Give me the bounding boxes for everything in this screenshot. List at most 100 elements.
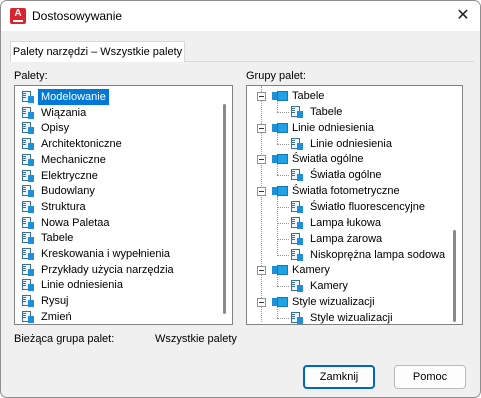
collapse-icon[interactable] [257,187,266,197]
palette-list-item[interactable]: Linie odniesienia [15,277,215,293]
tool-palette-icon [21,90,34,104]
collapse-icon[interactable] [257,155,266,165]
palette-child-label: Niskoprężna lampa sodowa [310,248,446,261]
tree-connector [277,164,278,176]
tool-palette-icon [21,137,34,151]
tree-connector [277,238,289,240]
palette-item-label: Wiązania [41,106,87,119]
tool-palette-icon [290,311,303,324]
collapse-icon[interactable] [257,92,266,101]
palette-list-item[interactable]: Struktura [15,199,215,215]
tool-palette-icon [21,231,34,245]
collapse-icon[interactable] [257,266,266,276]
palette-list-item[interactable]: Budowlany [15,183,215,199]
tool-palette-icon [290,279,303,293]
palette-group-icon [272,154,288,165]
tree-connector [277,111,289,113]
palette-list-item[interactable]: Kreskowania i wypełnienia [15,246,215,262]
tool-palette-icon [290,137,303,151]
window-title: Dostosowywanie [32,9,123,23]
tool-palette-icon [21,263,34,277]
palette-group-label: Światła fotometryczne [292,185,400,198]
palette-group-label: Tabele [292,90,325,102]
tool-palette-icon [21,106,34,120]
palette-item-label: Tabele [41,232,74,245]
tool-palette-icon [21,294,34,308]
tree-connector [277,206,289,208]
palette-group-icon [272,122,288,133]
tool-palette-icon [290,200,303,214]
tool-palette-icon [290,232,303,246]
tool-palette-icon [290,168,303,182]
tree-connector [277,254,289,256]
palette-list-item[interactable]: Rysuj [15,293,215,309]
palette-list-item[interactable]: Tabele [15,230,215,246]
palette-child-label: Lampa łukowa [310,216,381,229]
palette-group-icon [272,265,288,276]
tree-connector [277,275,278,287]
palette-child-label: Światła ogólne [310,169,382,182]
palette-item-label: Budowlany [41,185,95,198]
tool-palette-icon [21,184,34,198]
palette-list-item[interactable]: Elektryczne [15,168,215,184]
palette-item-label: Rysuj [41,295,69,308]
palette-item-label: Elektryczne [41,169,98,182]
palette-groups-label: Grupy palet: [246,70,306,82]
tree-connector [277,286,289,288]
palette-item-label: Architektoniczne [41,138,122,151]
palette-list-item[interactable]: Opisy [15,120,215,136]
palette-item-label: Nowa Paletaa [41,216,110,229]
palette-child-label: Tabele [310,105,343,118]
palettes-label: Palety: [14,70,48,82]
palette-item-label: Zmień [41,310,72,323]
tool-palette-icon [21,278,34,292]
tool-palette-icon [21,200,34,214]
palette-child-label: Światło fluorescencyjne [310,200,425,213]
palette-item-label: Opisy [41,122,70,135]
tool-palette-icon [21,121,34,135]
tool-palette-icon [290,105,303,119]
palette-list-item[interactable]: Zmień [15,309,215,324]
tool-palette-icon [290,248,303,262]
palette-groups-tree[interactable]: Tabele Tabele Linie odniesienia Linie odnie… [246,85,463,325]
palette-item-label: Przykłady użycia narzędzia [41,263,174,276]
palette-group-label: Kamery [292,264,330,277]
tree-connector [277,317,289,319]
palette-child-label: Style wizualizacji [310,311,393,324]
tree-connector [277,196,278,255]
palettes-list[interactable]: Modelowanie Wiązania Opisy Architektoniczne… [14,85,233,325]
palette-item-label: Mechaniczne [41,153,106,166]
tree-connector [277,222,289,224]
help-button[interactable]: Pomoc [394,365,466,389]
collapse-icon[interactable] [257,123,266,133]
palette-list-item[interactable]: Mechaniczne [15,152,215,168]
tab-tool-palettes[interactable]: Palety narzędzi – Wszystkie palety [10,41,185,62]
palettes-scrollbar-thumb[interactable] [223,104,226,314]
title-bar: A Dostosowywanie ✕ [1,1,480,31]
tool-palette-icon [21,247,34,261]
palette-group-icon [272,91,288,101]
palette-list-item[interactable]: Wiązania [15,105,215,121]
current-group-label: Bieżąca grupa palet: [14,333,115,345]
autocad-app-icon: A [10,8,26,24]
palette-list-item[interactable]: Nowa Paletaa [15,215,215,231]
palette-child-label: Linie odniesienia [310,137,392,150]
tree-connector [277,175,289,177]
palette-item-label: Kreskowania i wypełnienia [41,248,171,260]
tool-palette-icon [21,169,34,183]
tree-connector [277,143,289,145]
close-button[interactable]: Zamknij [303,365,375,389]
close-icon[interactable]: ✕ [449,5,477,27]
palette-child-label: Lampa żarowa [310,232,383,245]
tool-palette-icon [21,310,34,324]
tree-connector [277,101,278,112]
palette-item-label: Linie odniesienia [41,279,123,292]
collapse-icon[interactable] [257,298,266,308]
palette-group-label: Linie odniesienia [292,121,374,134]
palette-list-item[interactable]: Architektoniczne [15,136,215,152]
app-icon-letter: A [14,8,22,19]
palette-list-item[interactable]: Przykłady użycia narzędzia [15,262,215,278]
palette-list-item[interactable]: Modelowanie [15,89,215,105]
groups-scrollbar-thumb[interactable] [453,230,456,322]
tree-connector [277,307,278,318]
